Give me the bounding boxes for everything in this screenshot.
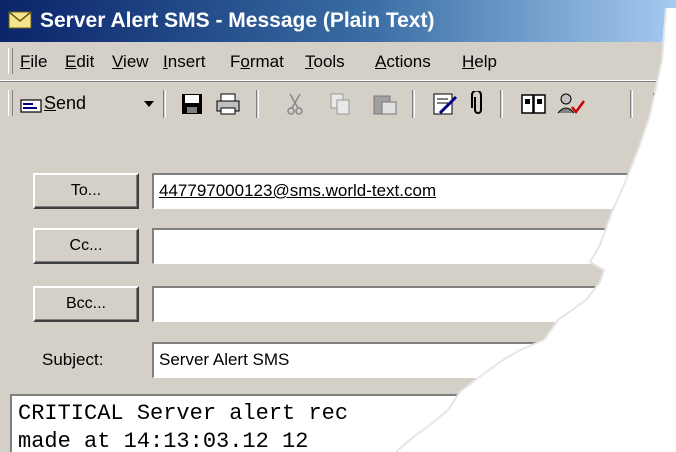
bcc-button[interactable]: Bcc... [33,286,139,322]
toolbar-separator [500,90,503,118]
menu-help[interactable]: Help [462,52,497,72]
menu-edit[interactable]: Edit [65,52,94,72]
message-window: Server Alert SMS - Message (Plain Text) … [0,0,676,452]
menu-format[interactable]: Format [230,52,284,72]
address-book-icon[interactable] [520,91,548,117]
menu-actions[interactable]: Actions [375,52,431,72]
menu-grip[interactable] [8,48,13,74]
paste-icon[interactable] [372,91,398,117]
attach-icon[interactable] [470,91,486,117]
to-recipient[interactable]: 447797000123@sms.world-text.com [159,181,436,200]
menu-file[interactable]: File [20,52,47,72]
title-bar[interactable]: Server Alert SMS - Message (Plain Text) [0,0,676,42]
message-header: To... 447797000123@sms.world-text.com Cc… [0,124,676,394]
subject-field[interactable]: Server Alert SMS [152,342,676,378]
copy-icon[interactable] [328,91,352,117]
toolbar-separator [256,90,259,118]
menu-tools[interactable]: Tools [305,52,345,72]
check-user-icon[interactable] [556,91,586,117]
chevron-down-icon[interactable] [144,101,154,107]
toolbar-separator [412,90,415,118]
importance-high-icon[interactable] [650,91,660,117]
to-field[interactable]: 447797000123@sms.world-text.com [152,173,676,209]
menu-bar: File Edit View Insert Format Tools Actio… [0,42,676,81]
cut-icon[interactable] [285,91,305,117]
print-icon[interactable] [215,91,241,117]
message-body[interactable]: CRITICAL Server alert rec made at 14:13:… [10,394,676,452]
send-button[interactable]: Send [16,86,156,120]
check-names-icon[interactable] [432,91,458,117]
toolbar-separator [630,90,633,118]
mail-envelope-icon [8,11,32,29]
menu-insert[interactable]: Insert [163,52,206,72]
toolbar-grip[interactable] [8,90,13,116]
window-title: Server Alert SMS - Message (Plain Text) [40,9,435,32]
subject-label: Subject: [42,350,104,369]
menu-view[interactable]: View [112,52,149,72]
body-line: CRITICAL Server alert rec [18,401,349,426]
save-icon[interactable] [180,91,204,117]
standard-toolbar: Send [0,81,676,125]
toolbar-separator [163,90,166,118]
bcc-field[interactable] [152,286,676,322]
send-envelope-icon [20,99,42,113]
send-label: Send [44,93,87,113]
cc-button[interactable]: Cc... [33,228,139,264]
body-line: made at 14:13:03.12 12 [18,429,309,452]
to-button[interactable]: To... [33,173,139,209]
cc-field[interactable] [152,228,676,264]
